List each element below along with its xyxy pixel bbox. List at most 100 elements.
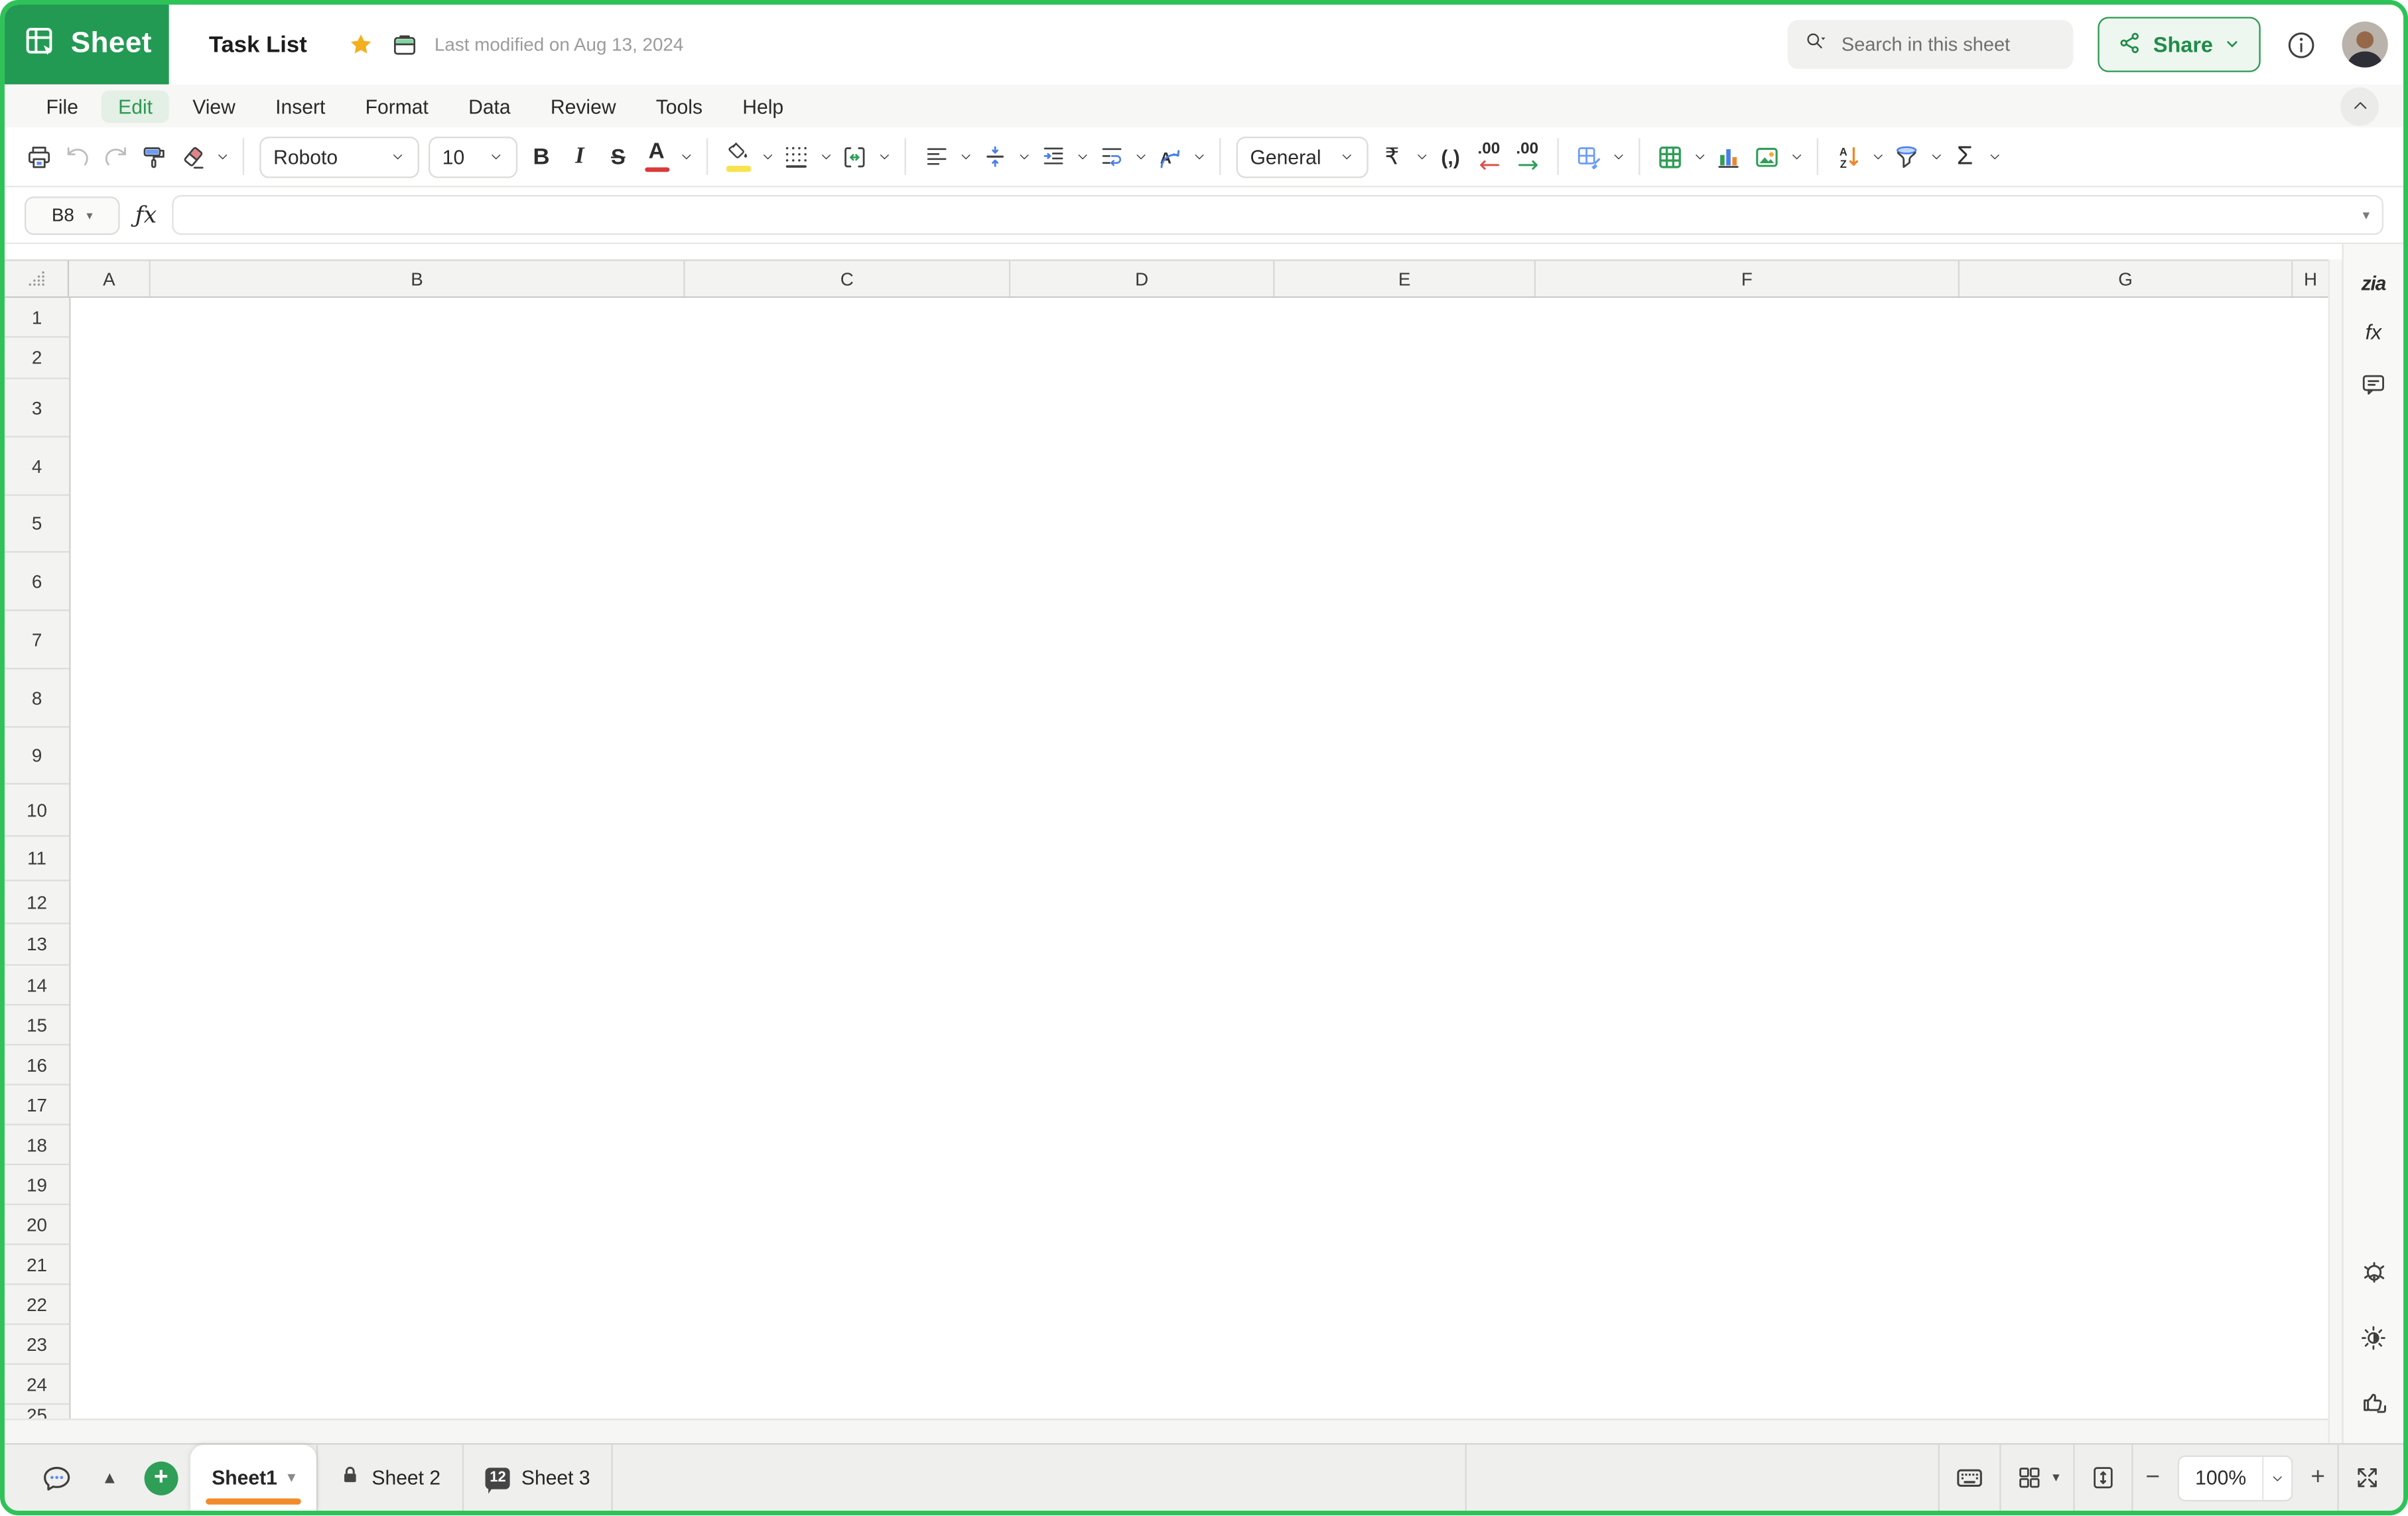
insert-image-button[interactable]	[1748, 135, 1786, 178]
column-header-h[interactable]: H	[2293, 259, 2328, 296]
sheet-cells[interactable]	[70, 298, 2328, 1419]
chat-icon[interactable]	[26, 1444, 88, 1511]
number-format-select[interactable]: General	[1237, 136, 1369, 178]
name-box-dropdown-icon[interactable]: ▾	[86, 208, 92, 222]
app-logo[interactable]: Sheet	[5, 5, 169, 84]
row-header-14[interactable]: 14	[5, 966, 69, 1005]
share-button[interactable]: Share	[2098, 17, 2261, 72]
column-header-g[interactable]: G	[1960, 259, 2293, 296]
text-rotate-button[interactable]: A	[1150, 135, 1189, 178]
appearance-icon[interactable]	[2359, 1324, 2388, 1361]
currency-chevron-icon[interactable]	[1412, 149, 1432, 164]
vertical-scrollbar[interactable]	[2328, 259, 2342, 1443]
sheet-tab-3[interactable]: 12 Sheet 3	[464, 1444, 612, 1511]
fit-to-screen-icon[interactable]	[2075, 1444, 2132, 1511]
menu-item-insert[interactable]: Insert	[259, 90, 342, 122]
row-header-4[interactable]: 4	[5, 438, 69, 496]
folder-icon[interactable]	[390, 30, 419, 59]
row-header-7[interactable]: 7	[5, 611, 69, 669]
freeze-panes-dropdown-icon[interactable]: ▾	[2052, 1470, 2059, 1486]
row-header-15[interactable]: 15	[5, 1005, 69, 1045]
row-header-16[interactable]: 16	[5, 1046, 69, 1086]
virtual-keyboard-icon[interactable]	[1939, 1444, 1999, 1511]
zoom-out-button[interactable]: −	[2133, 1464, 2173, 1491]
sort-chevron-icon[interactable]	[1867, 149, 1887, 164]
menu-item-file[interactable]: File	[29, 90, 95, 122]
document-title[interactable]: Task List	[209, 31, 307, 57]
search-input[interactable]	[1838, 32, 2029, 57]
text-rotate-chevron-icon[interactable]	[1189, 149, 1209, 164]
font-family-select[interactable]: Roboto	[259, 136, 419, 178]
strikethrough-button[interactable]: S	[599, 135, 637, 178]
row-header-21[interactable]: 21	[5, 1245, 69, 1285]
name-box[interactable]: B8 ▾	[25, 196, 120, 234]
vertical-align-chevron-icon[interactable]	[1014, 149, 1034, 164]
row-header-11[interactable]: 11	[5, 837, 69, 881]
row-header-10[interactable]: 10	[5, 785, 69, 837]
currency-format-button[interactable]: ₹	[1373, 135, 1412, 178]
zoom-chevron-icon[interactable]	[2261, 1456, 2291, 1499]
text-wrap-chevron-icon[interactable]	[1130, 149, 1150, 164]
comments-icon[interactable]	[2359, 370, 2388, 407]
row-header-20[interactable]: 20	[5, 1205, 69, 1245]
fullscreen-icon[interactable]	[2339, 1444, 2403, 1511]
insert-chart-button[interactable]	[1709, 135, 1748, 178]
row-header-25[interactable]: 25	[5, 1405, 69, 1419]
text-wrap-button[interactable]	[1092, 135, 1130, 178]
merge-cells-button[interactable]	[835, 135, 874, 178]
zoom-select[interactable]: 100%	[2178, 1455, 2293, 1501]
row-header-12[interactable]: 12	[5, 881, 69, 924]
conditional-format-chevron-icon[interactable]	[1608, 149, 1628, 164]
column-header-f[interactable]: F	[1536, 259, 1960, 296]
search-icon[interactable]	[1803, 29, 1828, 61]
column-header-b[interactable]: B	[151, 259, 685, 296]
filter-chevron-icon[interactable]	[1926, 149, 1946, 164]
sum-chevron-icon[interactable]	[1984, 149, 2004, 164]
format-painter-button[interactable]	[135, 135, 174, 178]
comma-format-button[interactable]: (,)	[1432, 135, 1470, 178]
sheet-tab-dropdown-icon[interactable]: ▾	[288, 1470, 295, 1486]
redo-button[interactable]	[97, 135, 135, 178]
menu-item-tools[interactable]: Tools	[639, 90, 719, 122]
menu-item-review[interactable]: Review	[533, 90, 633, 122]
fill-color-chevron-icon[interactable]	[757, 149, 777, 164]
sort-button[interactable]: A Z	[1829, 135, 1867, 178]
sheet-tab-2[interactable]: Sheet 2	[318, 1444, 462, 1511]
favorite-star-icon[interactable]	[347, 31, 375, 58]
column-header-a[interactable]: A	[69, 259, 151, 296]
row-header-2[interactable]: 2	[5, 338, 69, 379]
collapse-toolbar-button[interactable]	[2340, 87, 2379, 125]
column-header-e[interactable]: E	[1274, 259, 1536, 296]
insert-image-chevron-icon[interactable]	[1786, 149, 1806, 164]
sheet-list-icon[interactable]: ▲	[88, 1444, 132, 1511]
row-header-8[interactable]: 8	[5, 669, 69, 727]
horizontal-align-button[interactable]	[917, 135, 955, 178]
menu-item-data[interactable]: Data	[452, 90, 528, 122]
conditional-format-button[interactable]	[1570, 135, 1608, 178]
zia-assistant-icon[interactable]: zia	[2362, 272, 2386, 295]
borders-button[interactable]	[777, 135, 815, 178]
user-avatar[interactable]	[2342, 21, 2387, 67]
column-header-c[interactable]: C	[685, 259, 1011, 296]
clear-format-button[interactable]	[174, 135, 212, 178]
row-header-23[interactable]: 23	[5, 1325, 69, 1365]
undo-button[interactable]	[58, 135, 97, 178]
horizontal-align-chevron-icon[interactable]	[955, 149, 975, 164]
formula-input[interactable]	[172, 195, 2383, 235]
vertical-align-button[interactable]	[975, 135, 1014, 178]
sheet-tab-1[interactable]: Sheet1 ▾	[190, 1444, 316, 1511]
increase-decimal-button[interactable]: .00	[1508, 135, 1546, 178]
freeze-panes-icon[interactable]: ▾	[2000, 1444, 2073, 1511]
view-settings-icon[interactable]	[2358, 1259, 2389, 1297]
row-header-22[interactable]: 22	[5, 1285, 69, 1325]
row-header-1[interactable]: 1	[5, 298, 69, 338]
menu-item-format[interactable]: Format	[348, 90, 445, 122]
menu-item-view[interactable]: View	[176, 90, 253, 122]
row-header-6[interactable]: 6	[5, 552, 69, 611]
menu-item-help[interactable]: Help	[726, 90, 801, 122]
zoom-in-button[interactable]: +	[2299, 1464, 2338, 1491]
indent-chevron-icon[interactable]	[1072, 149, 1092, 164]
indent-button[interactable]	[1034, 135, 1072, 178]
decrease-decimal-button[interactable]: .00	[1470, 135, 1508, 178]
font-size-select[interactable]: 10	[429, 136, 517, 178]
